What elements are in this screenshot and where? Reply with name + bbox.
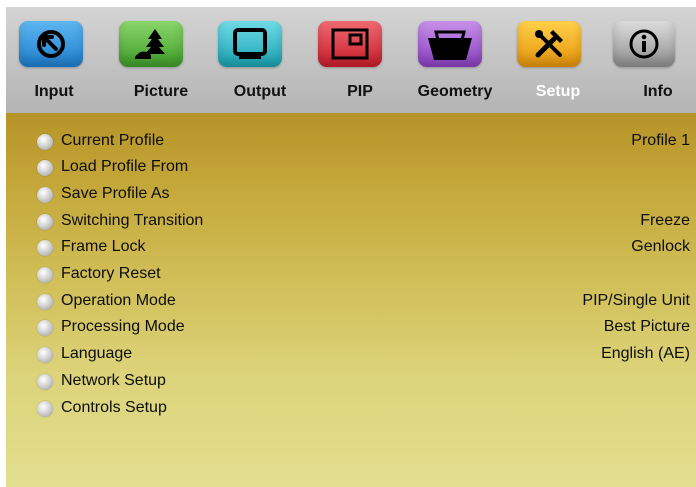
menu-item-value: Freeze [640, 212, 690, 229]
menu-item-label: Language [61, 345, 133, 362]
tools-icon [517, 21, 581, 67]
tab-label-picture: Picture [133, 83, 189, 100]
tab-label-output: Output [233, 83, 287, 100]
tab-setup[interactable]: Setup [517, 7, 597, 113]
tab-label-pip: PIP [347, 83, 373, 100]
menu-item-network-setup[interactable]: Network Setup [6, 370, 696, 394]
geometry-icon [418, 21, 482, 67]
menu-item-frame-lock[interactable]: Frame Lock Genlock [6, 236, 696, 260]
tab-bar: Input Picture Output PIP Geometry Setup … [6, 7, 696, 113]
menu-item-language[interactable]: Language English (AE) [6, 343, 696, 367]
pip-icon [318, 21, 382, 67]
bullet-icon [37, 347, 53, 363]
menu-item-load-profile-from[interactable]: Load Profile From [6, 156, 696, 180]
tab-picture[interactable]: Picture [119, 7, 199, 113]
menu-item-factory-reset[interactable]: Factory Reset [6, 263, 696, 287]
bullet-icon [37, 401, 53, 417]
menu-item-value: Profile 1 [631, 132, 690, 149]
menu-item-label: Switching Transition [61, 212, 204, 229]
bullet-icon [37, 187, 53, 203]
menu-item-value: Best Picture [603, 318, 690, 335]
bullet-icon [37, 134, 53, 150]
menu-item-controls-setup[interactable]: Controls Setup [6, 397, 696, 421]
menu-item-label: Current Profile [61, 132, 165, 149]
bullet-icon [37, 294, 53, 310]
tab-label-setup: Setup [535, 83, 581, 100]
monitor-icon [218, 21, 282, 67]
menu-item-label: Save Profile As [61, 185, 170, 202]
bullet-icon [37, 240, 53, 256]
menu-item-current-profile[interactable]: Current Profile Profile 1 [6, 130, 696, 154]
bullet-icon [37, 160, 53, 176]
menu-item-save-profile-as[interactable]: Save Profile As [6, 183, 696, 207]
menu-item-label: Network Setup [61, 372, 166, 389]
menu-item-label: Load Profile From [61, 158, 189, 175]
tab-geometry[interactable]: Geometry [418, 7, 498, 113]
menu-item-value: PIP/Single Unit [582, 292, 690, 309]
menu-item-label: Frame Lock [61, 238, 146, 255]
info-icon [613, 21, 675, 67]
picture-landscape-icon [119, 21, 183, 67]
bullet-icon [37, 267, 53, 283]
menu-item-switching-transition[interactable]: Switching Transition Freeze [6, 210, 696, 234]
menu-item-label: Controls Setup [61, 399, 167, 416]
menu-item-value: English (AE) [601, 345, 690, 362]
bullet-icon [37, 374, 53, 390]
tab-label-input: Input [34, 83, 74, 100]
menu-item-label: Operation Mode [61, 292, 176, 309]
tab-pip[interactable]: PIP [318, 7, 398, 113]
tab-label-info: Info [643, 83, 673, 100]
osd-window: Input Picture Output PIP Geometry Setup … [6, 7, 696, 487]
menu-item-label: Processing Mode [61, 318, 185, 335]
menu-item-label: Factory Reset [61, 265, 161, 282]
bullet-icon [37, 214, 53, 230]
bullet-icon [37, 320, 53, 336]
setup-menu-panel: Current Profile Profile 1 Load Profile F… [6, 113, 696, 487]
tab-info[interactable]: Info [613, 7, 688, 113]
input-arrow-icon [19, 21, 83, 67]
tab-output[interactable]: Output [218, 7, 298, 113]
menu-item-processing-mode[interactable]: Processing Mode Best Picture [6, 316, 696, 340]
tab-label-geometry: Geometry [417, 83, 493, 100]
menu-item-value: Genlock [631, 238, 690, 255]
menu-item-operation-mode[interactable]: Operation Mode PIP/Single Unit [6, 290, 696, 314]
tab-input[interactable]: Input [19, 7, 99, 113]
